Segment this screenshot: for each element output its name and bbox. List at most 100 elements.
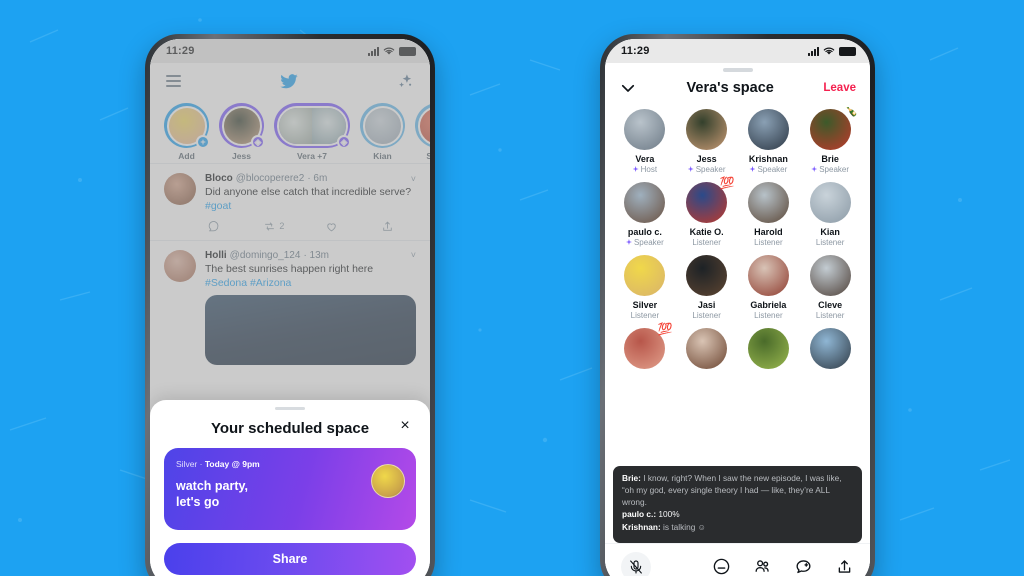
fleets-row[interactable]: + Add ◈ Jess ◈ Vera +7 Kian Suzie <box>150 99 430 163</box>
member-tile[interactable] <box>676 327 738 373</box>
member-tile[interactable]: Jasi Listener <box>676 254 738 320</box>
avatar[interactable] <box>747 181 789 223</box>
hamburger-menu-icon[interactable] <box>166 72 181 90</box>
fleet-avatar-ring[interactable]: ◈ <box>219 103 265 149</box>
tweet-author-name: Holli <box>205 249 227 261</box>
share-button[interactable] <box>381 220 394 233</box>
close-icon[interactable]: × <box>396 418 414 436</box>
member-tile[interactable]: 💯 <box>614 323 676 373</box>
member-role: Listener <box>692 237 721 247</box>
avatar[interactable] <box>747 327 789 369</box>
phone-left: 11:29 + Add ◈ Jess ◈ Vera +7 Kian S Bloc… <box>145 34 435 576</box>
share-button[interactable]: Share <box>164 543 416 575</box>
caption-line: Krishnan: is talking ☺ <box>622 522 853 534</box>
member-role: Speaker <box>676 165 738 174</box>
scheduled-space-sheet: Your scheduled space × Silver · Today @ … <box>150 399 430 576</box>
member-tile[interactable]: Jess Speaker <box>676 108 738 174</box>
avatar[interactable] <box>809 254 851 296</box>
fleet-item[interactable]: Kian <box>360 103 405 161</box>
avatar[interactable] <box>686 327 728 369</box>
avatar[interactable] <box>747 254 789 296</box>
member-tile[interactable]: paulo c. Speaker <box>614 181 676 247</box>
member-name: Vera <box>635 153 655 164</box>
fleet-label: Kian <box>373 151 392 161</box>
reply-button[interactable] <box>207 220 223 233</box>
fleet-avatar-ring[interactable] <box>360 103 405 148</box>
member-tile[interactable]: 🍾 Brie Speaker <box>799 107 861 174</box>
avatar[interactable] <box>747 108 789 150</box>
avatar[interactable] <box>164 249 196 282</box>
member-role: Listener <box>630 310 660 320</box>
microphone-muted-icon[interactable] <box>621 551 651 576</box>
tweet-timestamp: · 13m <box>303 249 329 261</box>
member-tile[interactable]: Krishnan Speaker <box>738 108 800 174</box>
member-tile[interactable]: Vera Host <box>614 108 676 174</box>
member-name: Gabriela <box>750 299 787 310</box>
plus-badge-icon: + <box>196 135 210 149</box>
member-tile[interactable]: Silver Listener <box>614 254 676 320</box>
fleet-item[interactable]: Suzie <box>415 103 430 161</box>
member-tile[interactable]: 💯 Katie O. Listener <box>676 177 738 247</box>
member-tile[interactable]: Kian Listener <box>799 181 861 247</box>
fleet-avatar-ring[interactable]: + <box>164 103 210 149</box>
member-name: Kian <box>820 226 840 237</box>
member-tile[interactable]: Cleve Listener <box>799 254 861 320</box>
member-role: Speaker <box>738 165 800 174</box>
member-tile[interactable] <box>799 327 861 373</box>
tweet-hashtag[interactable]: #Sedona #Arizona <box>205 277 291 289</box>
people-icon[interactable] <box>753 557 772 576</box>
avatar[interactable] <box>624 254 666 296</box>
leave-button[interactable]: Leave <box>823 82 856 94</box>
caption-text: 100% <box>656 509 680 520</box>
fleet-item[interactable]: ◈ Vera +7 <box>274 103 351 161</box>
fleet-label: Add <box>178 151 195 161</box>
battery-icon <box>399 46 416 56</box>
space-card[interactable]: Silver · Today @ 9pm watch party, let's … <box>164 448 416 530</box>
space-bottom-bar <box>605 543 870 576</box>
member-name: Jasi <box>697 299 716 310</box>
fleet-avatar-ring[interactable] <box>415 103 430 148</box>
chevron-down-icon[interactable] <box>619 79 637 97</box>
emoji-reaction-icon[interactable] <box>712 557 731 576</box>
space-datetime: Today @ 9pm <box>204 459 260 469</box>
member-role: Listener <box>815 310 845 320</box>
avatar[interactable] <box>686 108 728 150</box>
avatar[interactable] <box>624 181 666 223</box>
like-button[interactable] <box>325 220 341 233</box>
tweet-hashtag[interactable]: #goat <box>205 200 231 212</box>
space-meta-separator: · <box>197 459 205 469</box>
chevron-down-icon[interactable]: ˅ <box>411 250 416 260</box>
member-tile[interactable]: Harold Listener <box>738 181 800 247</box>
tweet[interactable]: Holli @domingo_124 · 13m ˅ The best sunr… <box>150 239 430 373</box>
wifi-icon <box>383 47 395 55</box>
status-bar-left: 11:29 <box>150 39 430 63</box>
twitter-bird-icon <box>280 73 298 88</box>
member-tile[interactable] <box>738 327 800 373</box>
speaker-badge-icon <box>632 166 639 172</box>
signal-bars-icon <box>368 46 379 56</box>
member-name: Cleve <box>818 299 843 310</box>
sheet-grabber-handle[interactable] <box>275 406 305 410</box>
retweet-button[interactable]: 2 <box>263 220 284 233</box>
member-name: Harold <box>754 226 783 237</box>
chevron-down-icon[interactable]: ˅ <box>411 174 416 184</box>
fleet-avatar-ring[interactable]: ◈ <box>274 103 351 149</box>
avatar[interactable] <box>809 181 851 223</box>
member-name: Brie <box>821 153 839 164</box>
space-host-avatar <box>371 464 405 498</box>
fleet-label: Suzie <box>426 151 430 161</box>
share-icon[interactable] <box>835 557 854 576</box>
avatar[interactable] <box>624 108 666 150</box>
avatar[interactable] <box>686 254 728 296</box>
avatar[interactable] <box>164 173 196 205</box>
member-role: Listener <box>754 310 783 320</box>
tweet-photo[interactable] <box>205 295 416 366</box>
avatar[interactable] <box>809 327 851 369</box>
tweet[interactable]: Bloco @blocoperere2 · 6m ˅ Did anyone el… <box>150 163 430 240</box>
sparkle-icon[interactable] <box>397 73 414 90</box>
tweet-actions: 2 <box>205 214 416 233</box>
member-tile[interactable]: Gabriela Listener <box>738 254 800 320</box>
fleet-item[interactable]: ◈ Jess <box>219 103 265 161</box>
fleet-item[interactable]: + Add <box>164 103 210 161</box>
chat-bubble-icon[interactable] <box>794 557 813 576</box>
